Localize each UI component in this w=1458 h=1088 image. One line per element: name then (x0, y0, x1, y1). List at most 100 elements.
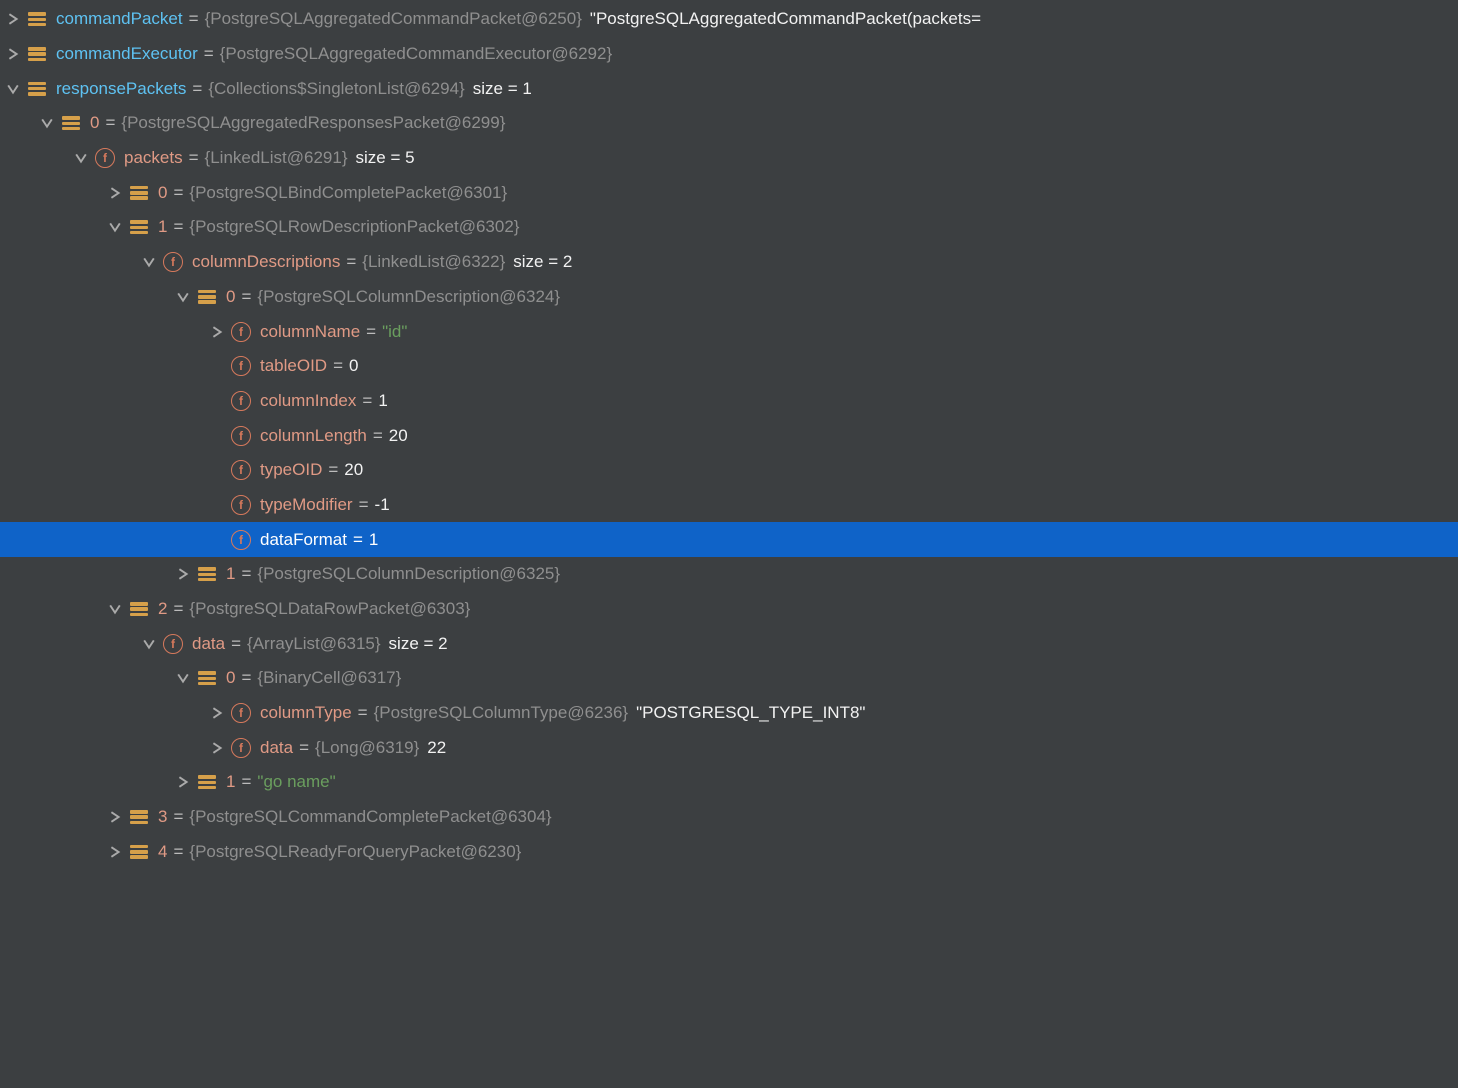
array-icon (196, 667, 218, 689)
tree-row[interactable]: 0={BinaryCell@6317} (0, 661, 1458, 696)
variable-value: 22 (427, 738, 446, 758)
equals-sign: = (347, 530, 369, 550)
variable-value: 20 (344, 460, 363, 480)
expand-arrow-down-icon[interactable] (170, 291, 196, 303)
tree-row[interactable]: ftypeModifier=-1 (0, 488, 1458, 523)
variable-name: responsePackets (56, 79, 186, 99)
tree-row[interactable]: fdata={ArrayList@6315} size = 2 (0, 626, 1458, 661)
variable-name: packets (124, 148, 183, 168)
field-icon: f (230, 321, 252, 343)
tree-row[interactable]: ftableOID=0 (0, 349, 1458, 384)
expand-arrow-right-icon[interactable] (0, 48, 26, 60)
expand-arrow-right-icon[interactable] (204, 707, 230, 719)
variable-value: {LinkedList@6291} (205, 148, 348, 168)
tree-row[interactable]: 1={PostgreSQLRowDescriptionPacket@6302} (0, 210, 1458, 245)
variable-name: 2 (158, 599, 167, 619)
array-icon (60, 112, 82, 134)
tree-row[interactable]: fcolumnType={PostgreSQLColumnType@6236}"… (0, 696, 1458, 731)
field-icon: f (162, 251, 184, 273)
expand-arrow-down-icon[interactable] (0, 83, 26, 95)
debugger-variables-tree[interactable]: commandPacket={PostgreSQLAggregatedComma… (0, 0, 1458, 869)
variable-value: "go name" (257, 772, 335, 792)
tree-row[interactable]: 0={PostgreSQLBindCompletePacket@6301} (0, 175, 1458, 210)
variable-value: 1 (378, 391, 387, 411)
tree-row[interactable]: fpackets={LinkedList@6291} size = 5 (0, 141, 1458, 176)
variable-name: 1 (226, 772, 235, 792)
equals-sign: = (293, 738, 315, 758)
equals-sign: = (322, 460, 344, 480)
variable-value: -1 (375, 495, 390, 515)
equals-sign: = (186, 79, 208, 99)
variable-value: size = 2 (389, 634, 448, 654)
tree-row[interactable]: 2={PostgreSQLDataRowPacket@6303} (0, 592, 1458, 627)
variable-value: {ArrayList@6315} (247, 634, 381, 654)
expand-arrow-down-icon[interactable] (68, 152, 94, 164)
tree-row[interactable]: fdata={Long@6319}22 (0, 730, 1458, 765)
tree-row[interactable]: commandExecutor={PostgreSQLAggregatedCom… (0, 37, 1458, 72)
variable-value: {PostgreSQLDataRowPacket@6303} (189, 599, 470, 619)
expand-arrow-right-icon[interactable] (102, 846, 128, 858)
tree-row[interactable]: 1="go name" (0, 765, 1458, 800)
array-icon (128, 182, 150, 204)
variable-name: columnType (260, 703, 352, 723)
tree-row[interactable]: 3={PostgreSQLCommandCompletePacket@6304} (0, 800, 1458, 835)
variable-name: 0 (226, 668, 235, 688)
tree-row[interactable]: 4={PostgreSQLReadyForQueryPacket@6230} (0, 835, 1458, 870)
field-icon: f (94, 147, 116, 169)
expand-arrow-right-icon[interactable] (170, 776, 196, 788)
array-icon (128, 806, 150, 828)
expand-arrow-down-icon[interactable] (102, 221, 128, 233)
expand-arrow-right-icon[interactable] (204, 326, 230, 338)
array-icon (128, 598, 150, 620)
tree-row[interactable]: 0={PostgreSQLColumnDescription@6324} (0, 280, 1458, 315)
expand-arrow-down-icon[interactable] (170, 672, 196, 684)
variable-value: "PostgreSQLAggregatedCommandPacket(packe… (590, 9, 981, 29)
tree-row[interactable]: fcolumnDescriptions={LinkedList@6322} si… (0, 245, 1458, 280)
equals-sign: = (167, 183, 189, 203)
array-icon (26, 78, 48, 100)
equals-sign: = (235, 564, 257, 584)
tree-row[interactable]: f columnName="id" (0, 314, 1458, 349)
equals-sign: = (198, 44, 220, 64)
equals-sign: = (360, 322, 382, 342)
variable-name: 0 (158, 183, 167, 203)
expand-arrow-right-icon[interactable] (0, 13, 26, 25)
tree-row[interactable]: fcolumnIndex=1 (0, 384, 1458, 419)
expand-arrow-down-icon[interactable] (136, 256, 162, 268)
tree-row[interactable]: responsePackets={Collections$SingletonLi… (0, 71, 1458, 106)
equals-sign: = (167, 842, 189, 862)
equals-sign: = (167, 217, 189, 237)
expand-arrow-down-icon[interactable] (102, 603, 128, 615)
array-icon (26, 8, 48, 30)
variable-name: columnName (260, 322, 360, 342)
variable-value: size = 5 (356, 148, 415, 168)
expand-arrow-right-icon[interactable] (102, 811, 128, 823)
variable-name: 3 (158, 807, 167, 827)
tree-row[interactable]: fdataFormat=1 (0, 522, 1458, 557)
equals-sign: = (99, 113, 121, 133)
tree-row[interactable]: 1={PostgreSQLColumnDescription@6325} (0, 557, 1458, 592)
equals-sign: = (356, 391, 378, 411)
field-icon: f (230, 529, 252, 551)
tree-row[interactable]: commandPacket={PostgreSQLAggregatedComma… (0, 2, 1458, 37)
variable-value: {PostgreSQLCommandCompletePacket@6304} (189, 807, 551, 827)
field-icon: f (230, 355, 252, 377)
expand-arrow-right-icon[interactable] (204, 742, 230, 754)
variable-name: dataFormat (260, 530, 347, 550)
tree-row[interactable]: ftypeOID=20 (0, 453, 1458, 488)
variable-value: {LinkedList@6322} (362, 252, 505, 272)
tree-row[interactable]: 0={PostgreSQLAggregatedResponsesPacket@6… (0, 106, 1458, 141)
variable-value: {PostgreSQLAggregatedCommandExecutor@629… (220, 44, 612, 64)
expand-arrow-right-icon[interactable] (170, 568, 196, 580)
variable-value: {PostgreSQLAggregatedResponsesPacket@629… (121, 113, 505, 133)
variable-value: "id" (382, 322, 407, 342)
variable-value: {PostgreSQLRowDescriptionPacket@6302} (189, 217, 519, 237)
expand-arrow-down-icon[interactable] (34, 117, 60, 129)
expand-arrow-right-icon[interactable] (102, 187, 128, 199)
equals-sign: = (235, 668, 257, 688)
tree-row[interactable]: fcolumnLength=20 (0, 418, 1458, 453)
expand-arrow-down-icon[interactable] (136, 638, 162, 650)
array-icon (196, 563, 218, 585)
equals-sign: = (235, 772, 257, 792)
variable-name: columnLength (260, 426, 367, 446)
